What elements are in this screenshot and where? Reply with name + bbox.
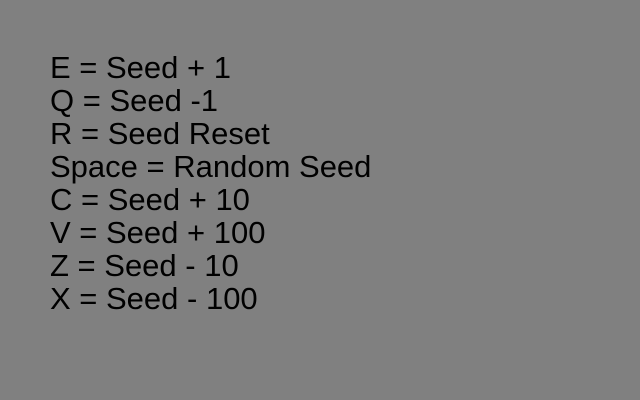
seed-controls-screen: { "colors": { "background": "#808080", "…: [0, 0, 640, 400]
keybinding-seed-minus-10: Z = Seed - 10: [50, 248, 239, 283]
keybinding-random-seed: Space = Random Seed: [50, 149, 372, 184]
keybinding-seed-minus-100: X = Seed - 100: [50, 281, 258, 316]
keybinding-list: E = Seed + 1 Q = Seed -1 R = Seed Reset …: [50, 51, 371, 315]
keybinding-seed-plus-100: V = Seed + 100: [50, 215, 266, 250]
keybinding-seed-plus-10: C = Seed + 10: [50, 182, 250, 217]
keybinding-seed-plus-1: E = Seed + 1: [50, 50, 231, 85]
keybinding-seed-minus-1: Q = Seed -1: [50, 83, 219, 118]
keybinding-seed-reset: R = Seed Reset: [50, 116, 270, 151]
